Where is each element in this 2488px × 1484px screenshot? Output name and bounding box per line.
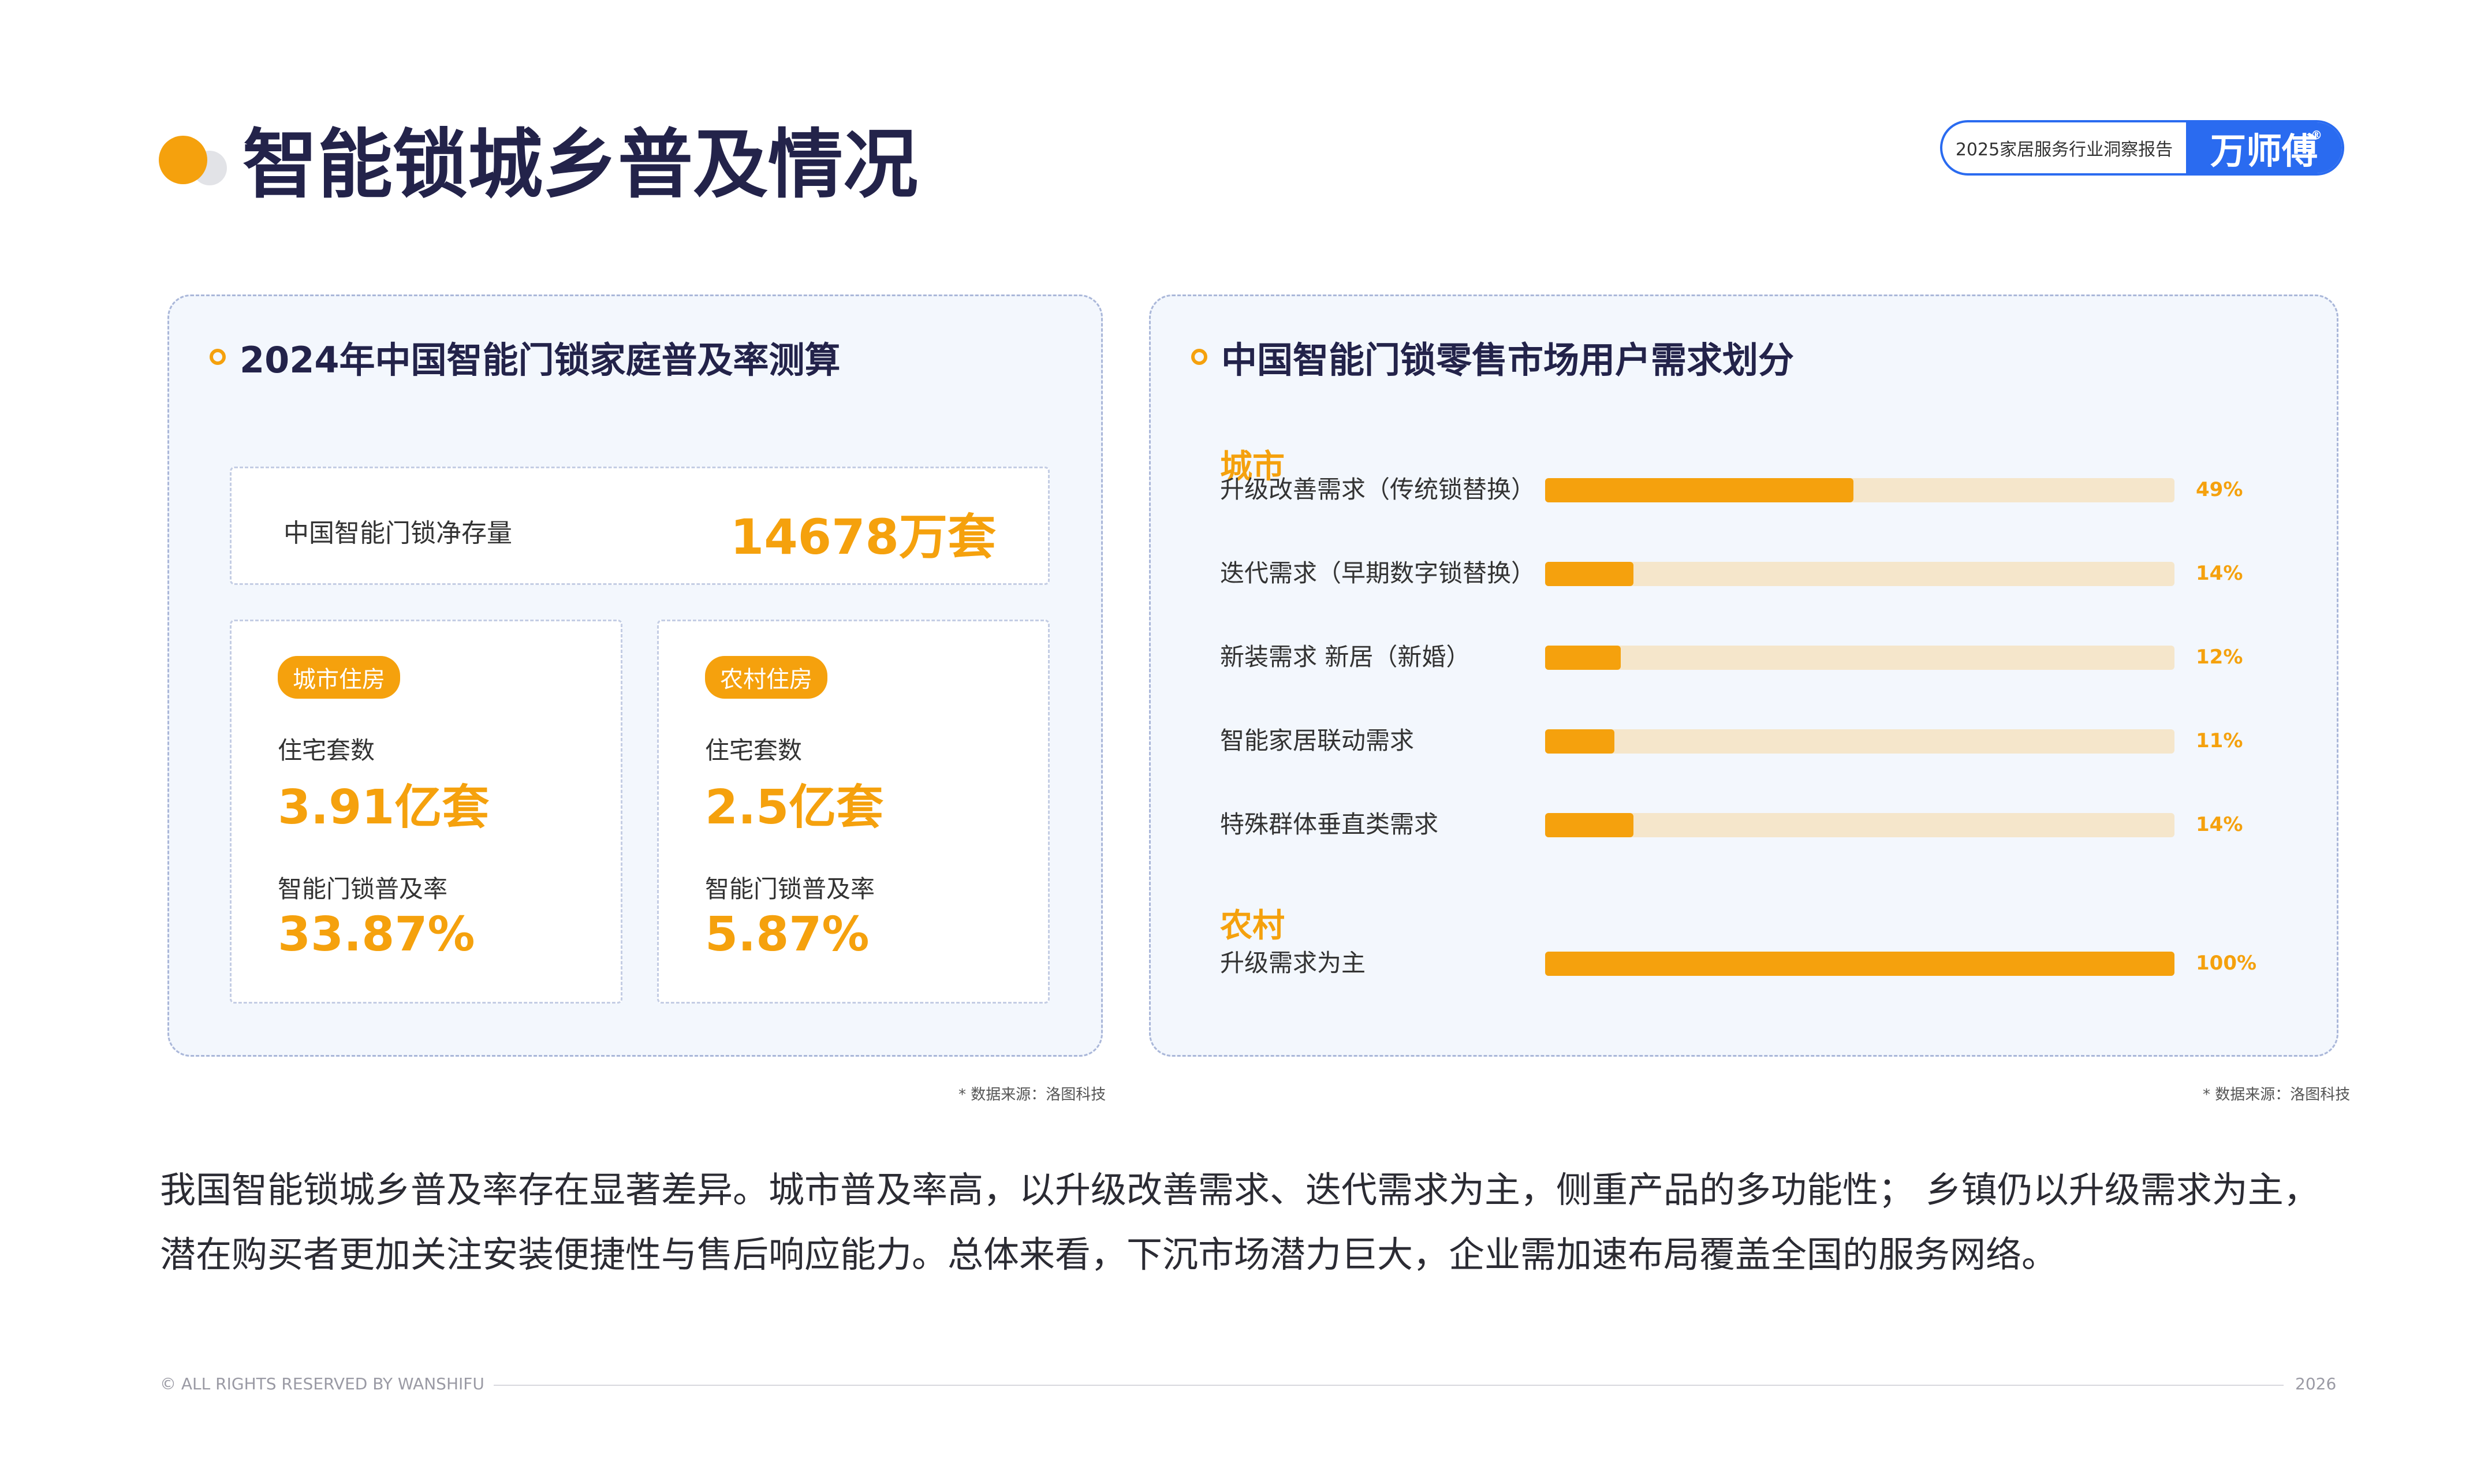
demand-bar-value: 100% bbox=[2196, 952, 2257, 975]
penetration-source-note: * 数据来源：洛图科技 bbox=[958, 1086, 1106, 1103]
rural-rate-label: 智能门锁普及率 bbox=[705, 875, 875, 903]
summary-paragraph: 我国智能锁城乡普及率存在显著差异。城市普及率高，以升级改善需求、迭代需求为主，侧… bbox=[160, 1169, 2319, 1276]
demand-bar-track bbox=[1545, 952, 2174, 976]
demand-bar-track bbox=[1545, 646, 2174, 670]
urban-housing-card: 城市住房 住宅套数 3.91亿套 智能门锁普及率 33.87% bbox=[230, 620, 622, 1004]
demand-bar-track bbox=[1545, 478, 2174, 502]
demand-panel: 中国智能门锁零售市场用户需求划分 城市 升级改善需求（传统锁替换） 49% 迭代需求（… bbox=[1149, 294, 2338, 1057]
urban-rate-value: 33.87% bbox=[278, 907, 475, 962]
demand-bar-value: 12% bbox=[2196, 646, 2243, 669]
demand-bar-row: 升级改善需求（传统锁替换） 49% bbox=[1220, 472, 2306, 507]
demand-bar-value: 14% bbox=[2196, 813, 2243, 836]
bullet-ring-icon bbox=[210, 349, 226, 365]
rural-housing-tag: 农村住房 bbox=[705, 656, 827, 699]
title-dot-orange bbox=[159, 136, 207, 184]
footer-year: 2026 bbox=[2295, 1374, 2337, 1393]
demand-bar-row: 智能家居联动需求 11% bbox=[1220, 724, 2306, 758]
demand-bar-label: 智能家居联动需求 bbox=[1220, 726, 1415, 755]
rural-rate-value: 5.87% bbox=[705, 907, 870, 962]
demand-panel-title-row: 中国智能门锁零售市场用户需求划分 bbox=[1191, 331, 1794, 383]
demand-source-note: * 数据来源：洛图科技 bbox=[2203, 1086, 2351, 1103]
urban-households-value: 3.91亿套 bbox=[278, 780, 490, 835]
demand-bar-track bbox=[1545, 562, 2174, 586]
penetration-panel-title: 2024年中国智能门锁家庭普及率测算 bbox=[240, 339, 841, 381]
rural-households-label: 住宅套数 bbox=[705, 736, 803, 765]
bullet-ring-icon bbox=[1191, 349, 1207, 365]
stock-value: 14678万套 bbox=[730, 509, 996, 565]
urban-housing-tag: 城市住房 bbox=[278, 656, 400, 699]
demand-bar bbox=[1545, 729, 1614, 754]
rural-households-value: 2.5亿套 bbox=[705, 780, 884, 835]
demand-bar-row: 特殊群体垂直类需求 14% bbox=[1220, 807, 2306, 842]
demand-bar-label: 迭代需求（早期数字锁替换） bbox=[1220, 559, 1536, 587]
stock-card: 中国智能门锁净存量 14678万套 bbox=[230, 467, 1050, 585]
demand-bar-track bbox=[1545, 813, 2174, 837]
footer-divider bbox=[494, 1385, 2284, 1386]
page-title: 智能锁城乡普及情况 bbox=[243, 121, 919, 208]
demand-bar-row: 升级需求为主 100% bbox=[1220, 946, 2306, 980]
brand-badge: 2025家居服务行业洞察报告 万师傅 ® bbox=[1940, 120, 2344, 176]
stock-label: 中国智能门锁净存量 bbox=[284, 519, 512, 548]
demand-bar bbox=[1545, 478, 1853, 502]
urban-rate-label: 智能门锁普及率 bbox=[278, 875, 448, 903]
demand-bar-row: 迭代需求（早期数字锁替换） 14% bbox=[1220, 556, 2306, 591]
demand-bar-value: 49% bbox=[2196, 478, 2243, 501]
penetration-panel: 2024年中国智能门锁家庭普及率测算 中国智能门锁净存量 14678万套 城市住… bbox=[167, 294, 1103, 1057]
demand-bar-label: 特殊群体垂直类需求 bbox=[1220, 810, 1439, 838]
demand-bar bbox=[1545, 646, 1621, 670]
brand-logo-text: 万师傅 bbox=[2210, 130, 2318, 172]
demand-group-title: 农村 bbox=[1220, 907, 1285, 945]
urban-households-label: 住宅套数 bbox=[278, 736, 375, 765]
demand-bar-label: 升级改善需求（传统锁替换） bbox=[1220, 475, 1536, 504]
demand-bar-value: 11% bbox=[2196, 729, 2243, 752]
demand-bar-label: 新装需求 新居（新婚） bbox=[1220, 643, 1471, 671]
demand-bar-track bbox=[1545, 729, 2174, 754]
brand-report-name: 2025家居服务行业洞察报告 bbox=[1955, 140, 2173, 160]
demand-bar bbox=[1545, 562, 1633, 586]
demand-panel-title: 中国智能门锁零售市场用户需求划分 bbox=[1221, 339, 1795, 381]
registered-mark: ® bbox=[2311, 128, 2322, 142]
demand-bar-label: 升级需求为主 bbox=[1220, 949, 1366, 977]
footer-copyright: © ALL RIGHTS RESERVED BY WANSHIFU bbox=[160, 1374, 484, 1393]
demand-bar bbox=[1545, 813, 1633, 837]
brand-logo: 万师傅 ® bbox=[2186, 122, 2342, 173]
penetration-panel-title-row: 2024年中国智能门锁家庭普及率测算 bbox=[210, 331, 841, 383]
demand-bar-row: 新装需求 新居（新婚） 12% bbox=[1220, 640, 2306, 674]
rural-housing-card: 农村住房 住宅套数 2.5亿套 智能门锁普及率 5.87% bbox=[657, 620, 1050, 1004]
demand-bar-value: 14% bbox=[2196, 562, 2243, 585]
title-decoration bbox=[159, 136, 231, 188]
demand-bar bbox=[1545, 952, 2174, 976]
